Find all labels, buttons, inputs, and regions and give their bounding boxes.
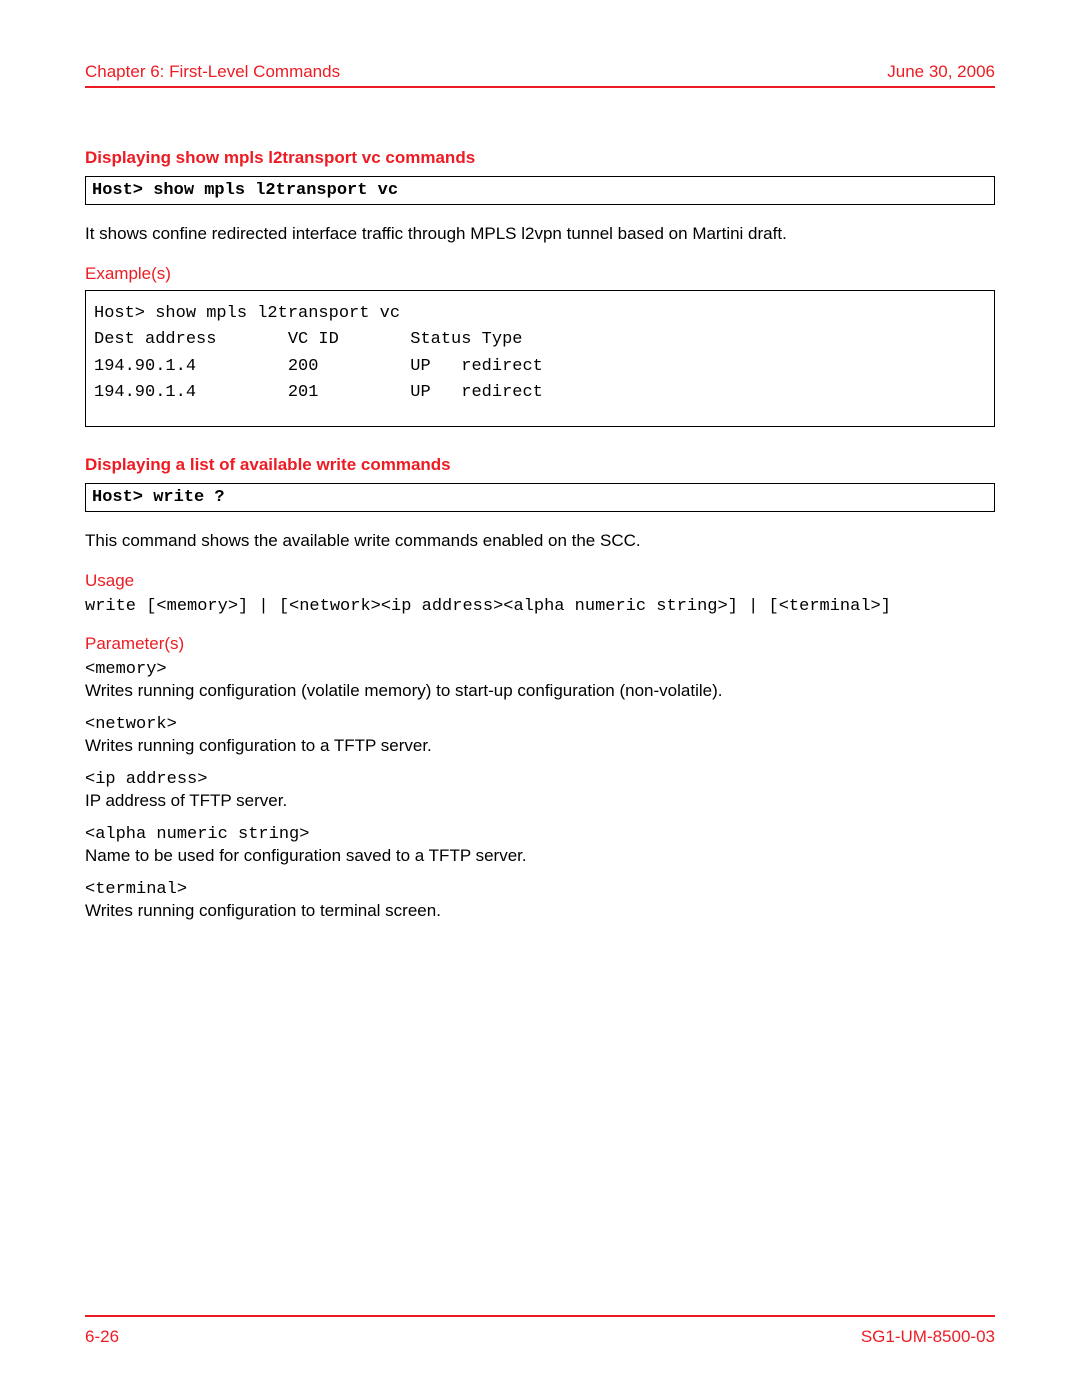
param-desc: Writes running configuration to a TFTP s… [85, 736, 995, 756]
param-network: <network> Writes running configuration t… [85, 715, 995, 756]
page-footer: 6-26 SG1-UM-8500-03 [85, 1315, 995, 1347]
param-name: <ip address> [85, 770, 995, 789]
param-name: <alpha numeric string> [85, 825, 995, 844]
usage-label: Usage [85, 571, 995, 591]
param-desc: IP address of TFTP server. [85, 791, 995, 811]
page-number: 6-26 [85, 1327, 119, 1347]
header-date: June 30, 2006 [887, 62, 995, 82]
command-box-mpls: Host> show mpls l2transport vc [85, 176, 995, 205]
param-terminal: <terminal> Writes running configuration … [85, 880, 995, 921]
param-name: <memory> [85, 660, 995, 679]
doc-id: SG1-UM-8500-03 [861, 1327, 995, 1347]
param-desc: Writes running configuration to terminal… [85, 901, 995, 921]
examples-label: Example(s) [85, 264, 995, 284]
param-memory: <memory> Writes running configuration (v… [85, 660, 995, 701]
param-name: <network> [85, 715, 995, 734]
chapter-title: Chapter 6: First-Level Commands [85, 62, 340, 82]
page-header: Chapter 6: First-Level Commands June 30,… [85, 62, 995, 88]
page-content: Chapter 6: First-Level Commands June 30,… [0, 0, 1080, 975]
parameters-label: Parameter(s) [85, 634, 995, 654]
usage-text: write [<memory>] | [<network><ip address… [85, 597, 995, 616]
param-desc: Writes running configuration (volatile m… [85, 681, 995, 701]
section-title-write: Displaying a list of available write com… [85, 455, 995, 475]
param-ip-address: <ip address> IP address of TFTP server. [85, 770, 995, 811]
example-output-mpls: Host> show mpls l2transport vc Dest addr… [85, 290, 995, 427]
section1-description: It shows confine redirected interface tr… [85, 223, 995, 246]
param-desc: Name to be used for configuration saved … [85, 846, 995, 866]
command-box-write: Host> write ? [85, 483, 995, 512]
param-name: <terminal> [85, 880, 995, 899]
section2-description: This command shows the available write c… [85, 530, 995, 553]
param-alpha-numeric: <alpha numeric string> Name to be used f… [85, 825, 995, 866]
section-title-mpls: Displaying show mpls l2transport vc comm… [85, 148, 995, 168]
